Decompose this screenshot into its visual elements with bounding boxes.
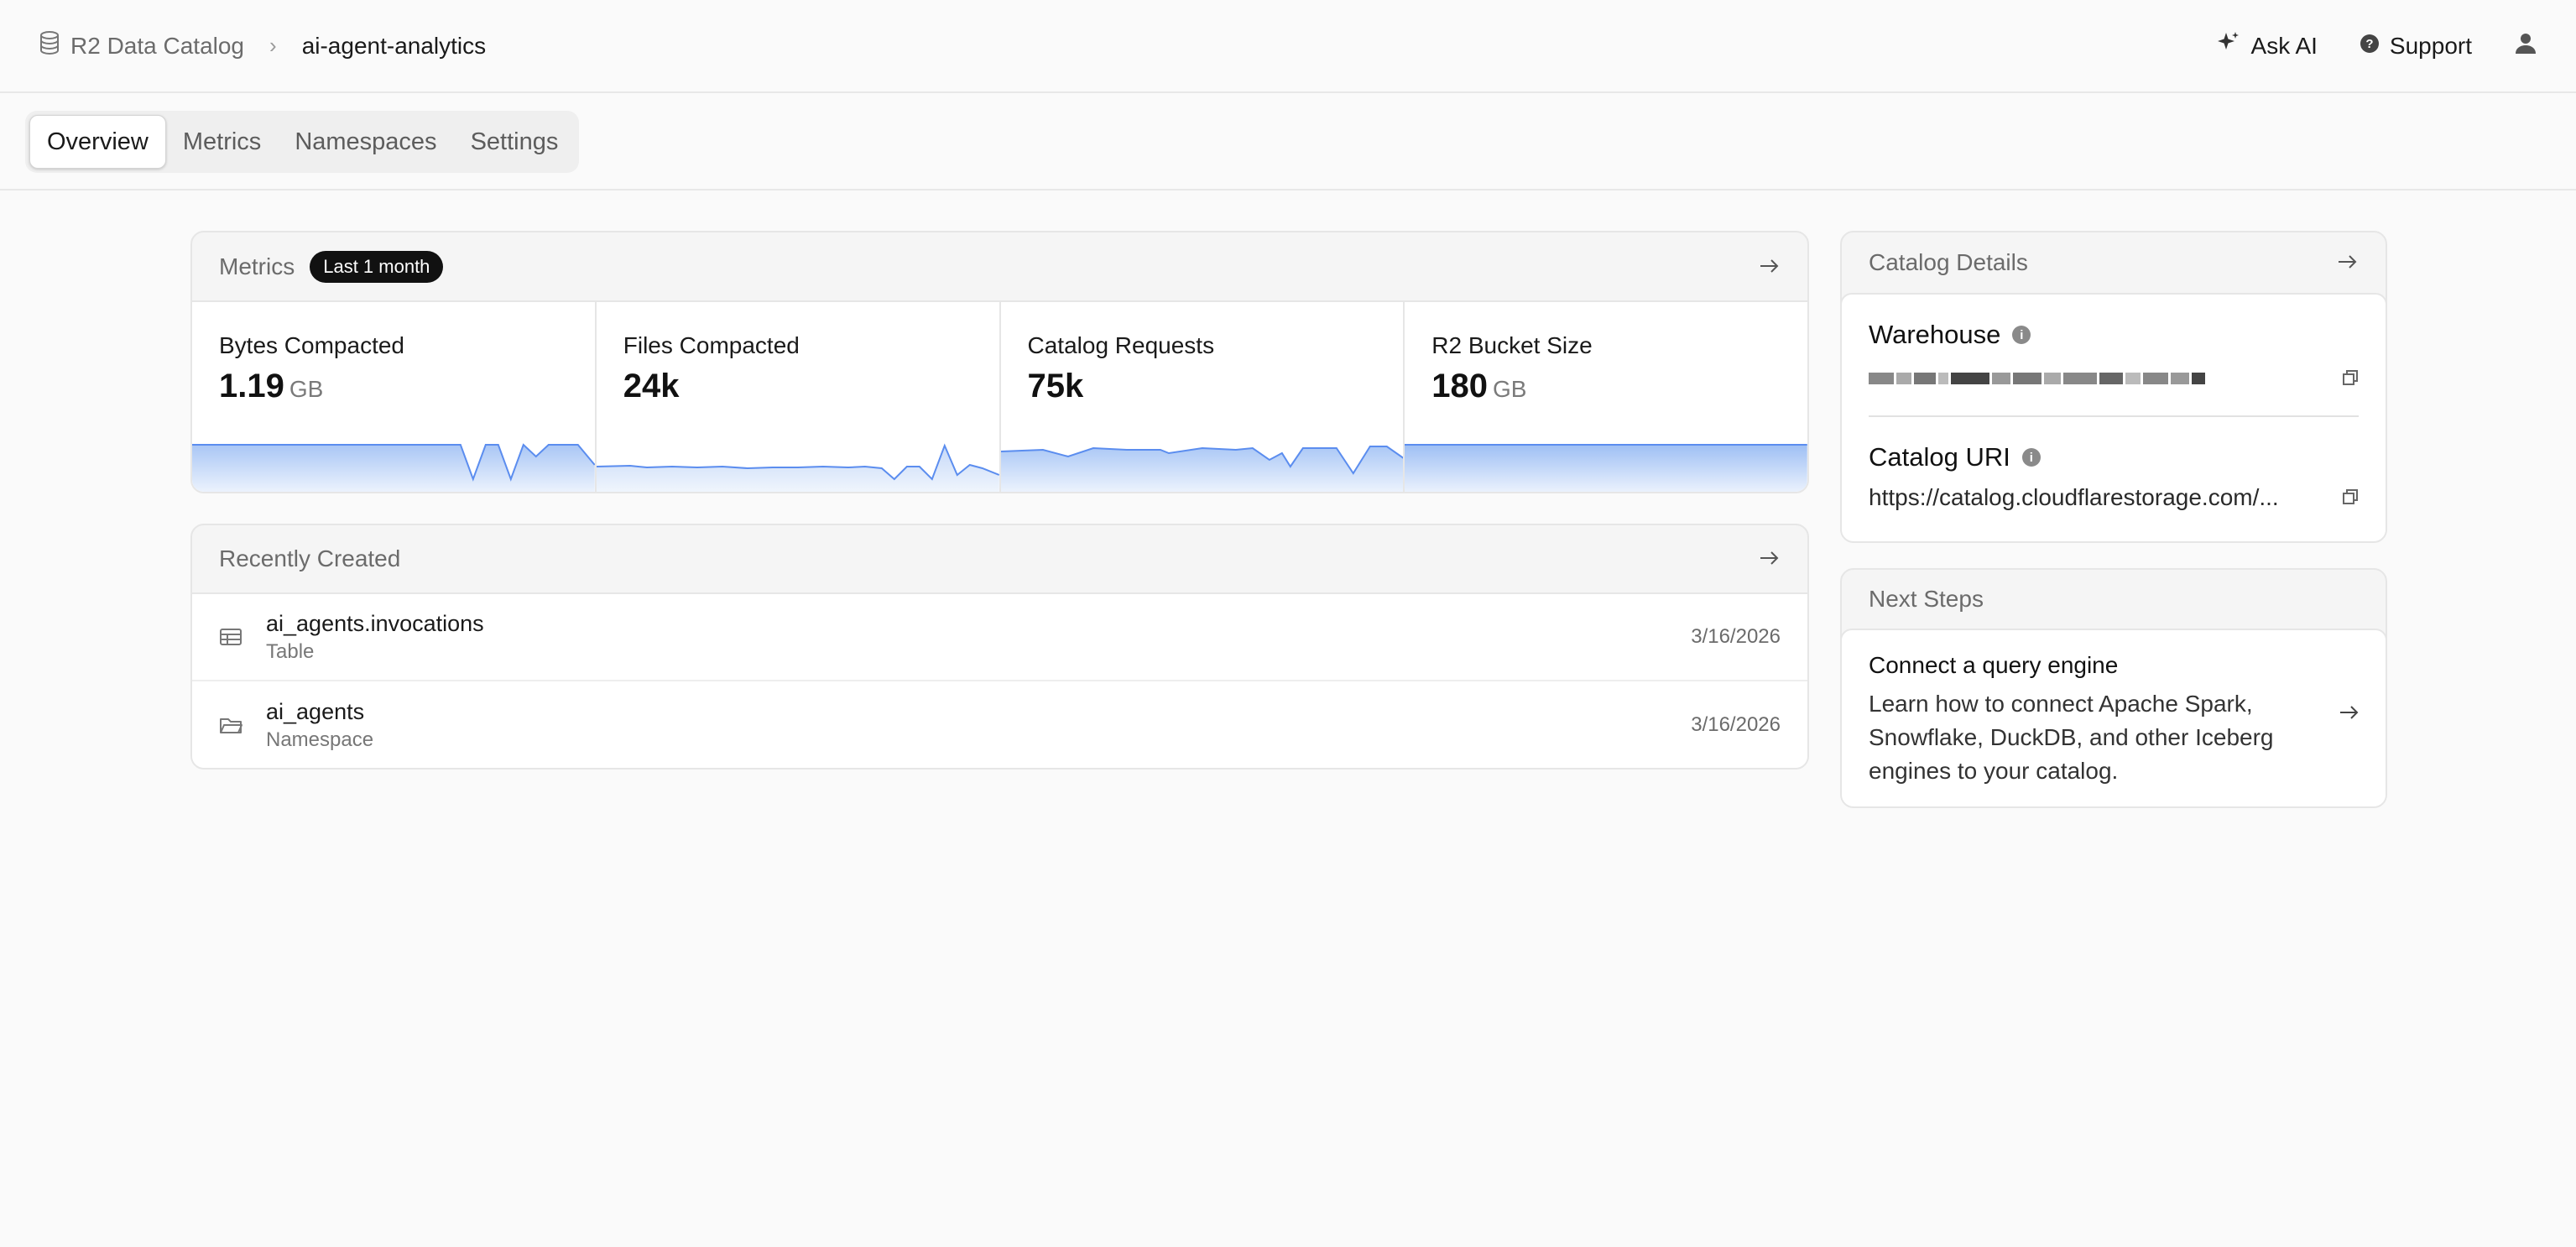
item-name: ai_agents.invocations: [266, 610, 484, 636]
metrics-card-title: Metrics: [219, 253, 295, 279]
tab-metrics[interactable]: Metrics: [166, 115, 278, 169]
ask-ai-button[interactable]: Ask AI: [2216, 30, 2318, 61]
breadcrumb-root-link[interactable]: R2 Data Catalog: [39, 31, 244, 60]
catalog-uri-value: https://catalog.cloudflarestorage.com/..…: [1869, 484, 2279, 510]
sparkline-chart: [192, 443, 595, 492]
info-icon[interactable]: i: [2021, 448, 2041, 467]
metrics-card: Metrics Last 1 month Bytes Compacted 1.1…: [190, 231, 1809, 493]
metric-label: Catalog Requests: [1027, 332, 1215, 358]
metric-r2-bucket-size[interactable]: R2 Bucket Size 180 GB: [1405, 302, 1807, 492]
metric-label: R2 Bucket Size: [1431, 332, 1593, 358]
sparkline-chart: [1000, 446, 1404, 492]
table-icon: [219, 625, 242, 649]
recently-created-card: Recently Created ai_agents.invocations T…: [190, 524, 1809, 770]
metrics-row: Bytes Compacted 1.19 GB Files Compacted 2…: [192, 300, 1807, 492]
user-icon: [2514, 31, 2537, 60]
recently-created-title: Recently Created: [219, 545, 401, 571]
support-button[interactable]: ? Support: [2360, 33, 2472, 60]
metric-value: 1.19 GB: [219, 368, 324, 404]
arrow-right-icon[interactable]: [2339, 704, 2360, 725]
catalog-details-header[interactable]: Catalog Details: [1842, 232, 2386, 293]
warehouse-label: Warehouse: [1869, 320, 2001, 349]
warehouse-value: [1869, 365, 2359, 392]
top-header: R2 Data Catalog › ai-agent-analytics Ask…: [0, 0, 2576, 93]
next-steps-title: Next Steps: [1869, 586, 1984, 612]
item-kind: Namespace: [266, 728, 374, 751]
next-step-description: Learn how to connect Apache Spark, Snowf…: [1869, 691, 2274, 784]
recently-created-header[interactable]: Recently Created: [192, 525, 1807, 592]
list-item[interactable]: ai_agents.invocations Table 3/16/2026: [192, 594, 1807, 681]
item-date: 3/16/2026: [1691, 713, 1781, 736]
breadcrumb-root-label: R2 Data Catalog: [70, 32, 245, 59]
catalog-details-title: Catalog Details: [1869, 249, 2028, 275]
metric-value: 24k: [623, 368, 680, 404]
list-item[interactable]: ai_agents Namespace 3/16/2026: [192, 681, 1807, 768]
database-icon: [39, 31, 60, 60]
time-range-badge: Last 1 month: [310, 250, 444, 283]
metrics-card-header[interactable]: Metrics Last 1 month: [192, 232, 1807, 300]
info-icon[interactable]: i: [2012, 326, 2031, 344]
copy-icon[interactable]: [2342, 484, 2359, 511]
next-step-item[interactable]: Connect a query engine Learn how to conn…: [1842, 629, 2386, 806]
item-kind: Table: [266, 639, 315, 663]
metric-value: 180 GB: [1431, 368, 1527, 404]
tab-group: Overview Metrics Namespaces Settings: [25, 111, 580, 173]
help-icon: ?: [2360, 33, 2380, 60]
arrow-right-icon[interactable]: [1759, 253, 1781, 280]
next-step-title: Connect a query engine: [1869, 652, 2119, 678]
tab-namespaces[interactable]: Namespaces: [278, 115, 453, 169]
catalog-details-card: Catalog Details Warehouse i Catalog URI: [1840, 231, 2387, 543]
breadcrumb-separator-icon: ›: [269, 33, 277, 58]
svg-text:?: ?: [2365, 37, 2373, 51]
metric-value: 75k: [1027, 368, 1084, 404]
redacted-value: [1869, 373, 2205, 384]
sparkline-chart: [1405, 444, 1807, 492]
breadcrumb: R2 Data Catalog › ai-agent-analytics: [39, 31, 486, 60]
item-name: ai_agents: [266, 698, 365, 724]
metric-catalog-requests[interactable]: Catalog Requests 75k: [1000, 302, 1405, 492]
tab-settings[interactable]: Settings: [454, 115, 576, 169]
breadcrumb-current: ai-agent-analytics: [301, 32, 487, 59]
metric-bytes-compacted[interactable]: Bytes Compacted 1.19 GB: [192, 302, 597, 492]
catalog-uri-label: Catalog URI: [1869, 442, 2010, 472]
recently-created-list: ai_agents.invocations Table 3/16/2026 ai…: [192, 592, 1807, 768]
tabs-bar: Overview Metrics Namespaces Settings: [0, 93, 2576, 190]
copy-icon[interactable]: [2342, 365, 2359, 392]
metric-label: Bytes Compacted: [219, 332, 404, 358]
tab-overview[interactable]: Overview: [29, 115, 166, 169]
metric-label: Files Compacted: [623, 332, 800, 358]
folder-icon: [219, 713, 242, 737]
sparkle-icon: [2216, 30, 2241, 61]
support-label: Support: [2389, 32, 2472, 59]
item-date: 3/16/2026: [1691, 625, 1781, 648]
metric-files-compacted[interactable]: Files Compacted 24k: [596, 302, 1001, 492]
sparkline-chart: [596, 443, 999, 492]
ask-ai-label: Ask AI: [2250, 32, 2318, 59]
next-steps-header: Next Steps: [1842, 570, 2386, 629]
next-steps-card: Next Steps Connect a query engine Learn …: [1840, 568, 2387, 808]
user-avatar-button[interactable]: [2514, 31, 2537, 60]
arrow-right-icon[interactable]: [1759, 545, 1781, 572]
catalog-details-body: Warehouse i Catalog URI i https://catalo…: [1842, 293, 2386, 541]
arrow-right-icon[interactable]: [2337, 249, 2359, 276]
